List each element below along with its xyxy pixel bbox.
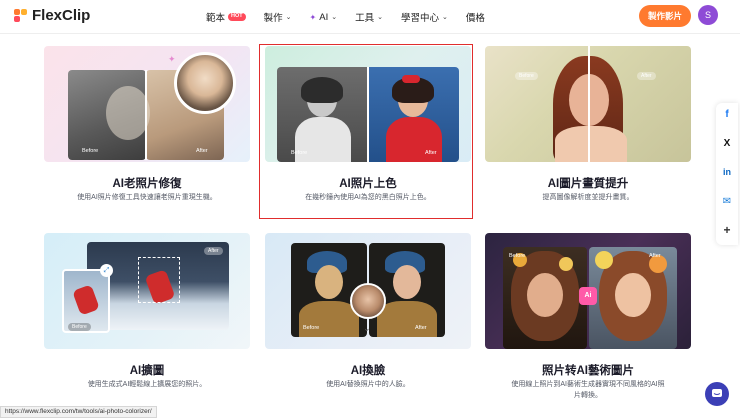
tool-card-photo-to-ai-art[interactable]: Ai Before After 照片转AI藝術圖片 使用線上照片到AI藝術生成器… [485,233,691,403]
chat-support-button[interactable] [705,382,729,406]
chevron-down-icon: ⌄ [442,14,448,21]
nav-tools-label: 工具 [355,13,375,24]
logo-text: FlexClip [32,7,91,24]
facebook-share-icon[interactable]: f [716,109,738,120]
nav-create[interactable]: 製作 ⌄ [264,10,292,24]
after-photo [589,247,677,349]
status-bar-url: https://www.flexclip.com/tw/tools/ai-pho… [0,406,157,418]
after-label: After [196,148,208,154]
make-video-button[interactable]: 製作影片 [639,5,691,27]
more-share-icon[interactable]: + [716,223,738,237]
nav-templates-label: 範本 [206,13,226,24]
nav-learning-label: 學習中心 [400,13,439,24]
sparkle-icon: ✦ [168,54,176,64]
email-share-icon[interactable]: ✉ [716,196,738,207]
sparkle-icon: ✦ [309,12,317,22]
shoulders [555,126,627,162]
card-title: AI老照片修復 [112,178,182,190]
main-nav: 範本 HOT 製作 ⌄ ✦ AI ⌄ 工具 ⌄ 學習中心 ⌄ 價格 [206,10,485,25]
nav-pricing[interactable]: 價格 [466,10,485,24]
chevron-down-icon: ⌄ [377,14,383,21]
after-label: After [637,72,656,80]
card-title: AI照片上色 [339,178,397,190]
before-label: Before [68,323,91,331]
nav-create-label: 製作 [263,13,283,24]
compare-divider[interactable] [367,67,369,162]
social-share-rail: f X in ✉ + [716,103,738,245]
before-label: Before [303,325,320,331]
chat-bubble-icon [712,389,722,397]
nav-ai[interactable]: ✦ AI ⌄ [310,10,338,24]
nav-tools[interactable]: 工具 ⌄ [355,10,383,24]
card-title: AI圖片畫質提升 [547,178,629,190]
after-label: After [204,247,223,255]
swap-arrow-icon: ⌄ [363,323,371,333]
after-label: After [415,325,427,331]
card-description: 使用AI替換照片中的人臉。 [326,381,410,388]
linkedin-share-icon[interactable]: in [716,167,738,177]
hot-badge: HOT [228,13,246,21]
photo-colorizer-thumbnail: Before After [265,46,471,162]
face-silhouette [106,86,150,140]
card-title: AI換臉 [350,365,386,377]
ai-badge-icon: Ai [579,287,597,305]
tool-card-photo-restore[interactable]: ✦ Before After AI老照片修復 使用AI照片修復工具快速讓老照片重… [44,46,250,216]
before-label: Before [82,148,99,154]
tool-card-photo-colorizer[interactable]: Before After AI照片上色 在幾秒鐘內使用AI為您的黑白照片上色。 [265,46,471,216]
card-description: 使用生成式AI輕鬆線上擴展您的照片。 [87,381,207,388]
chevron-down-icon: ⌄ [285,14,292,21]
expand-icon: ⤢ [100,264,113,277]
card-description: 使用線上照片到AI藝術生成器實現不同風格的AI照 片轉換。 [485,379,691,401]
photo-restore-thumbnail: ✦ Before After [44,46,250,162]
card-description: 提高圖像解析度並提升畫質。 [542,194,634,201]
nav-learning-center[interactable]: 學習中心 ⌄ [401,10,448,24]
selection-frame[interactable] [138,257,180,303]
logo-mark-icon [14,8,28,23]
tool-card-face-swap[interactable]: ⌄ Before After AI換臉 使用AI替換照片中的人臉。 [265,233,471,403]
ai-art-thumbnail: Ai Before After [485,233,691,349]
flexclip-logo[interactable]: FlexClip [14,7,90,24]
compare-divider[interactable] [145,70,147,160]
top-navigation-bar: FlexClip 範本 HOT 製作 ⌄ ✦ AI ⌄ 工具 ⌄ 學習中心 ⌄ … [0,0,740,34]
card-title: AI擴圖 [129,365,165,377]
before-label: Before [291,150,308,156]
compare-divider[interactable] [588,46,590,162]
image-upscaler-thumbnail: Before After [485,46,691,162]
card-title: 照片转AI藝術圖片 [542,365,634,377]
nav-pricing-label: 價格 [465,13,485,24]
image-expander-thumbnail: After ⤢ Before [44,233,250,349]
before-label: Before [515,72,538,80]
card-description: 在幾秒鐘內使用AI為您的黑白照片上色。 [305,194,431,201]
chevron-down-icon: ⌄ [331,14,338,21]
card-description: 使用AI照片修復工具快速讓老照片重現生機。 [77,194,217,201]
before-label: Before [509,253,526,259]
tool-card-image-expander[interactable]: After ⤢ Before AI擴圖 使用生成式AI輕鬆線上擴展您的照片。 [44,233,250,403]
source-face-circle [350,283,386,319]
after-photo-color [368,67,459,162]
x-share-icon[interactable]: X [716,138,738,149]
card-description-line-1: 使用線上照片到AI藝術生成器實現不同風格的AI照 [511,381,665,388]
before-photo-grayscale [277,67,368,162]
tool-card-image-upscaler[interactable]: Before After AI圖片畫質提升 提高圖像解析度並提升畫質。 [485,46,691,216]
after-label: After [425,150,437,156]
before-photo [503,247,587,349]
card-description-line-2: 片轉換。 [574,392,602,399]
nav-templates[interactable]: 範本 HOT [206,10,246,24]
zoom-circle [174,52,236,114]
user-avatar[interactable]: S [698,5,718,25]
nav-ai-label: AI [319,11,329,23]
after-label: After [649,253,661,259]
face-swap-thumbnail: ⌄ Before After [265,233,471,349]
